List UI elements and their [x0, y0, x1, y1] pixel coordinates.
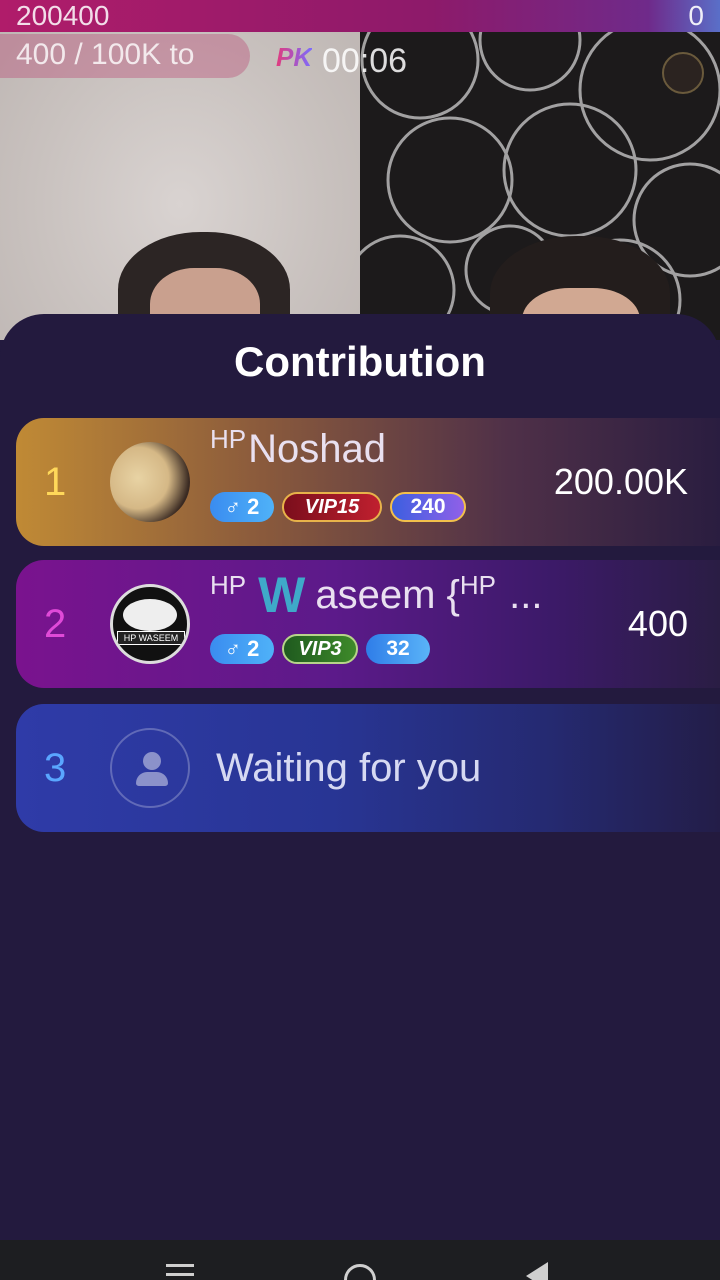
contributor-row-2[interactable]: 2 HP WASEEM HP Waseem {HP ... ♂ 2 VIP3 32… — [16, 560, 720, 688]
person-icon-body — [136, 772, 168, 786]
user-name: HP Waseem {HP ... — [210, 566, 542, 624]
gender-level-badge: ♂ 2 — [210, 492, 274, 522]
vip-badge: VIP15 — [282, 492, 382, 522]
streamer-badge-icon[interactable] — [662, 52, 704, 94]
vip-badge: VIP3 — [282, 634, 358, 664]
live-stream: 200400 0 400 / 100K to PK 00:06 — [0, 0, 720, 340]
gender-level-badge: ♂ 2 — [210, 634, 274, 664]
name-initial: W — [258, 567, 306, 623]
rank-number: 1 — [44, 460, 67, 504]
level-badge: 240 — [390, 492, 466, 522]
pk-score-right: 0 — [688, 0, 704, 31]
name-suffix: HP — [459, 570, 496, 600]
name-prefix: HP — [210, 570, 247, 600]
rank-number: 3 — [44, 746, 67, 790]
back-icon[interactable] — [526, 1262, 548, 1280]
pk-timer-box: PK 00:06 — [270, 40, 440, 84]
name-text: aseem { — [315, 573, 460, 617]
avatar[interactable]: HP WASEEM — [110, 584, 190, 664]
pk-score-bar: 200400 0 — [0, 0, 720, 32]
contribution-score: 400 — [627, 603, 688, 644]
name-text: Noshad — [248, 427, 386, 471]
level-badge: 32 — [366, 634, 430, 664]
name-prefix: HP — [210, 424, 247, 454]
pk-logo: PK — [276, 42, 313, 72]
sheet-title: Contribution — [234, 338, 486, 385]
home-icon[interactable] — [344, 1264, 376, 1280]
menu-icon[interactable] — [166, 1264, 194, 1280]
pk-countdown: 00:06 — [322, 42, 408, 80]
avatar-ribbon: HP WASEEM — [117, 631, 185, 645]
person-icon — [110, 728, 190, 808]
person-icon-head — [143, 752, 161, 770]
waiting-label: Waiting for you — [216, 746, 482, 790]
contributor-row-1[interactable]: 1 HPNoshad ♂ 2 VIP15 240 200.00K — [16, 418, 720, 546]
progress-label: 400 / 100K to — [16, 38, 195, 71]
rank-number: 2 — [44, 602, 67, 646]
avatar-emblem — [123, 599, 177, 631]
avatar[interactable] — [110, 442, 190, 522]
contribution-score: 200.00K — [553, 461, 688, 502]
contributor-row-3[interactable]: 3 Waiting for you — [16, 704, 720, 832]
system-nav-bar — [0, 1240, 720, 1280]
user-name: HPNoshad — [210, 424, 386, 472]
pk-score-left: 200400 — [16, 0, 110, 31]
contribution-sheet: Contribution 1 HPNoshad ♂ 2 VIP15 240 20… — [0, 314, 720, 1280]
name-ellipsis: ... — [497, 573, 543, 617]
